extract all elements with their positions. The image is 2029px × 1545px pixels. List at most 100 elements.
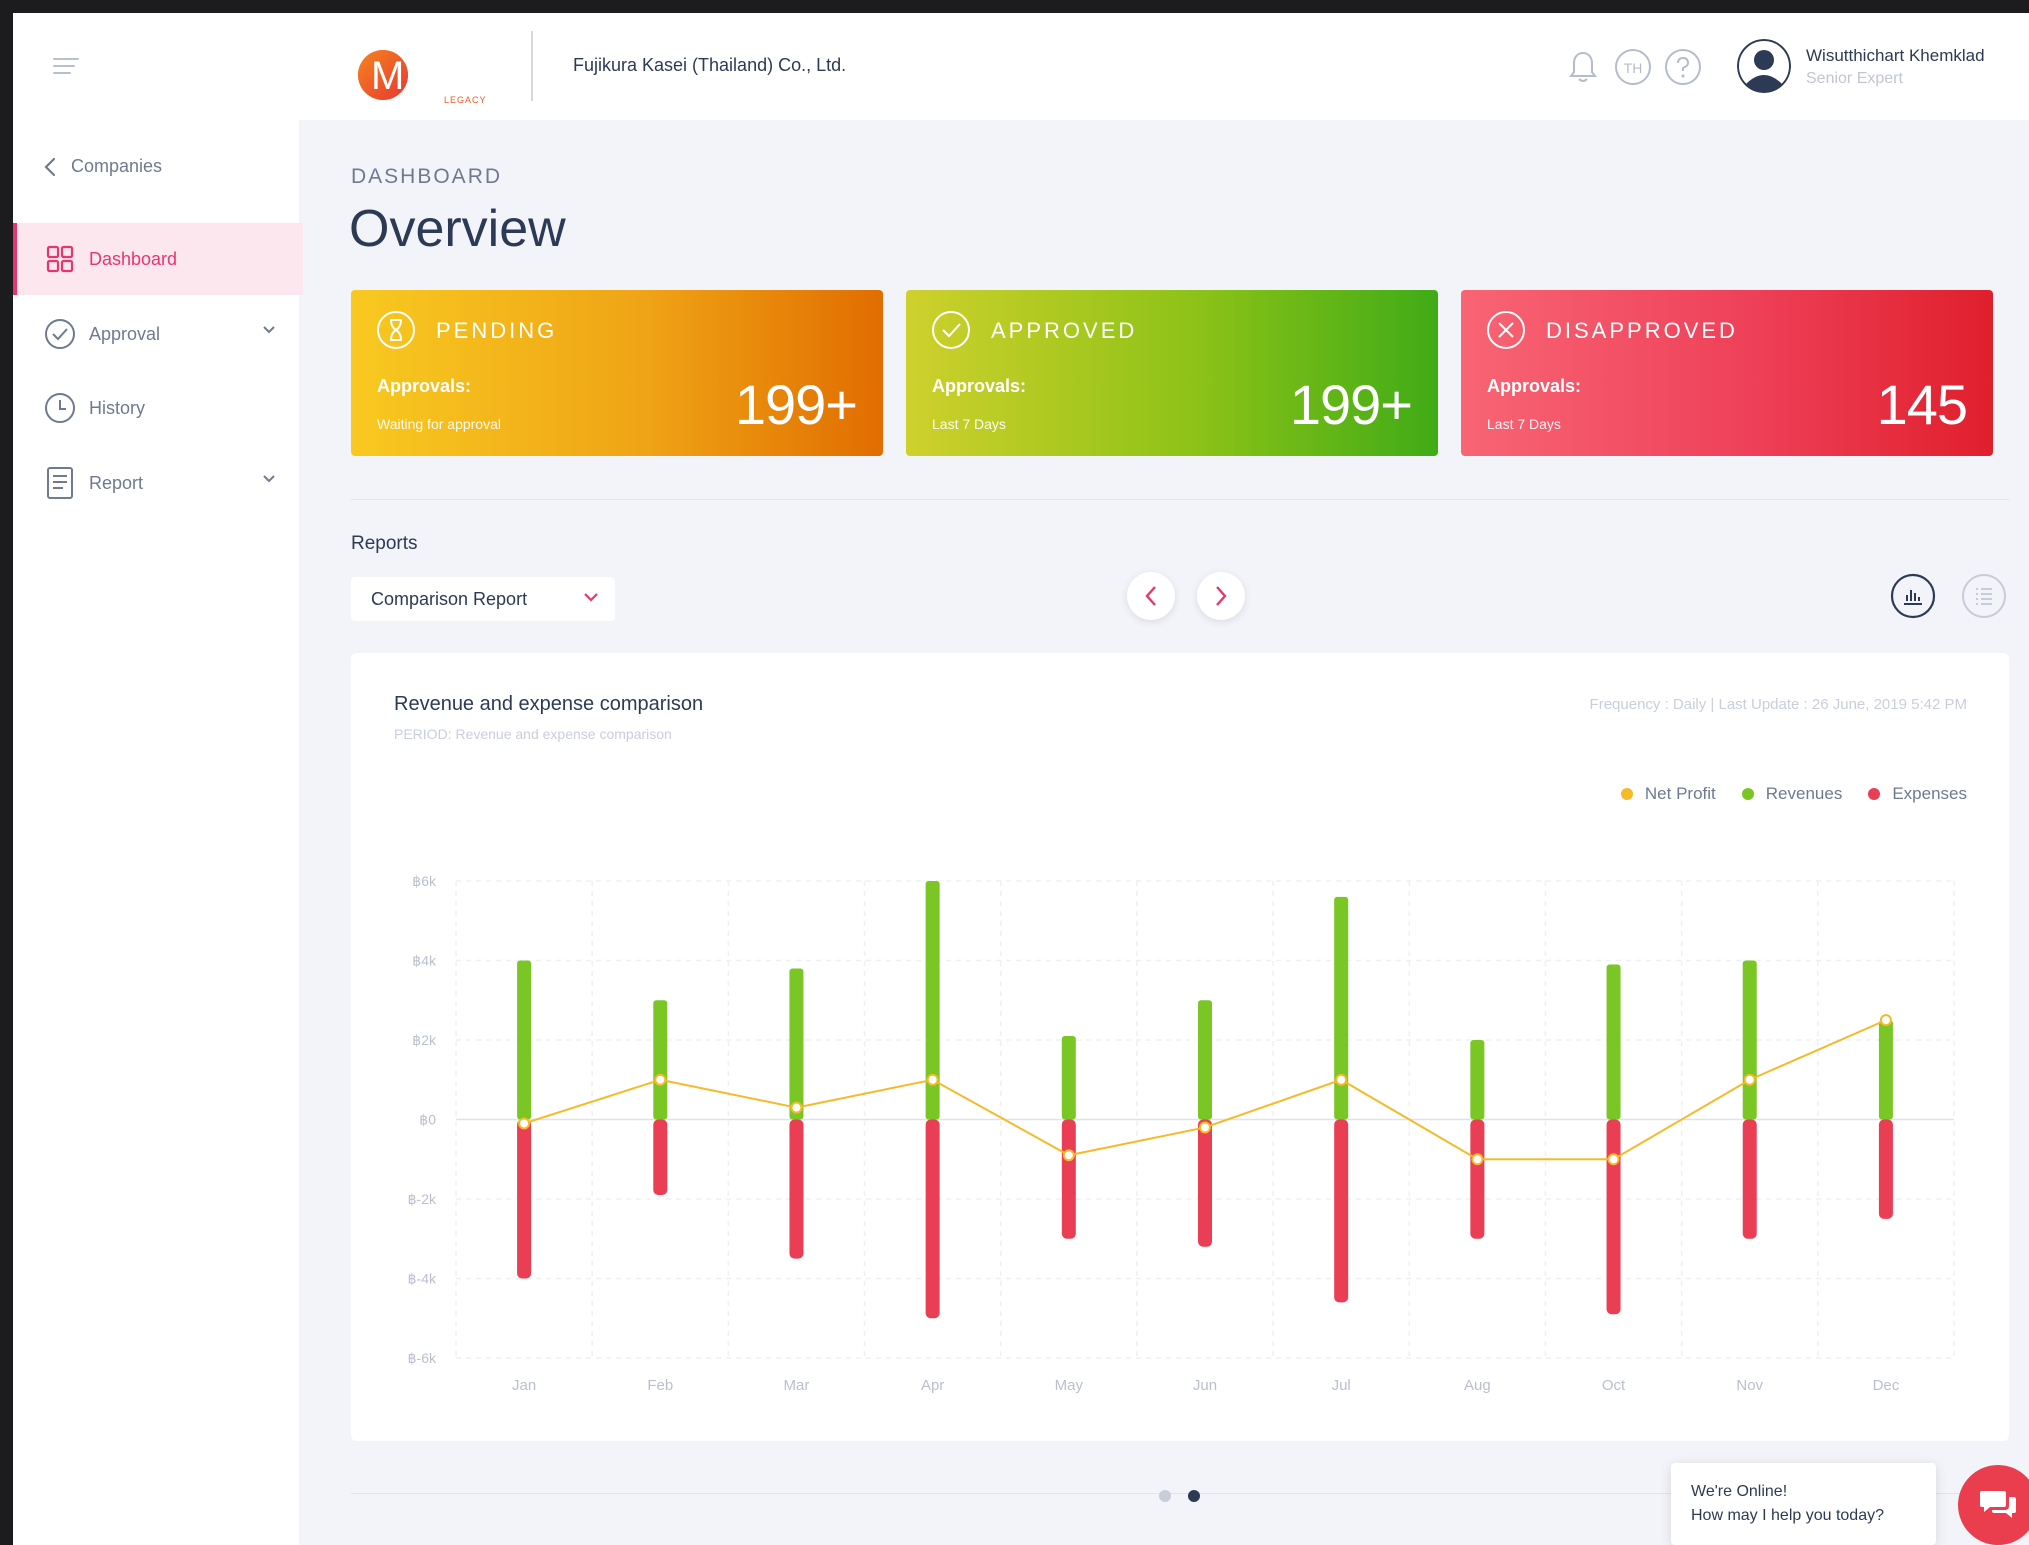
y-tick-label: ฿6k <box>412 873 437 889</box>
x-circle-icon <box>1487 311 1525 349</box>
revenue-bar <box>1742 960 1757 1120</box>
revenue-bar <box>653 1000 668 1120</box>
net-profit-point <box>926 1073 939 1086</box>
y-tick-label: ฿-4k <box>408 1271 437 1287</box>
chevron-right-icon <box>1216 586 1227 606</box>
approved-card[interactable]: APPROVED Approvals: Last 7 Days 199+ <box>906 290 1438 456</box>
sidebar-item-label: History <box>89 397 146 418</box>
revenue-bar <box>789 968 804 1120</box>
revenue-bar <box>1334 896 1349 1120</box>
card-label: Approvals: <box>377 376 472 396</box>
card-title: PENDING <box>436 318 558 343</box>
next-button[interactable] <box>1197 572 1245 620</box>
revenue-bar <box>1606 964 1621 1120</box>
x-tick-label: Oct <box>1602 1377 1626 1394</box>
document-icon <box>43 466 77 500</box>
svg-text:LEGACY: LEGACY <box>444 95 487 105</box>
chat-button[interactable] <box>1958 1465 2029 1545</box>
chevron-down-icon <box>263 475 275 483</box>
expense-bar <box>517 1119 532 1279</box>
menu-toggle-icon[interactable] <box>53 58 79 78</box>
x-tick-label: Aug <box>1464 1377 1491 1394</box>
x-tick-label: Jun <box>1193 1377 1217 1394</box>
previous-button[interactable] <box>1127 572 1175 620</box>
expense-bar <box>1878 1119 1893 1219</box>
sidebar: Companies Dashboard Approval History Rep… <box>13 120 303 1545</box>
x-tick-label: Apr <box>921 1377 944 1394</box>
net-profit-point <box>1879 1014 1892 1027</box>
card-subtext: Waiting for approval <box>377 416 501 432</box>
card-value: 199+ <box>1289 373 1413 436</box>
pending-card[interactable]: PENDING Approvals: Waiting for approval … <box>351 290 883 456</box>
hourglass-icon <box>377 311 415 349</box>
list-view-button[interactable] <box>1961 573 2007 619</box>
card-subtext: Last 7 Days <box>1487 416 1561 432</box>
net-profit-point <box>654 1073 667 1086</box>
expense-bar <box>789 1119 804 1259</box>
check-circle-icon <box>932 311 970 349</box>
pager-dot[interactable] <box>1159 1490 1171 1502</box>
svg-text:TH: TH <box>1624 60 1643 76</box>
x-tick-label: Nov <box>1736 1377 1763 1394</box>
revenue-bar <box>1061 1036 1076 1120</box>
sidebar-item-label: Approval <box>89 323 161 344</box>
net-profit-point <box>1062 1149 1075 1162</box>
chevron-left-icon <box>44 157 56 176</box>
brand-divider <box>531 31 533 101</box>
chat-bubble[interactable]: We're Online! How may I help you today? <box>1671 1463 1936 1545</box>
chart-view-button[interactable] <box>1890 573 1936 619</box>
avatar[interactable] <box>1737 39 1791 93</box>
section-divider <box>351 499 2009 500</box>
expense-bar <box>653 1119 668 1196</box>
card-title: DISAPPROVED <box>1546 318 1738 343</box>
x-tick-label: May <box>1055 1377 1084 1394</box>
card-subtext: Last 7 Days <box>932 416 1006 432</box>
x-tick-label: Jan <box>512 1377 536 1394</box>
report-type-select[interactable]: Comparison Report <box>351 577 615 621</box>
disapproved-card[interactable]: DISAPPROVED Approvals: Last 7 Days 145 <box>1461 290 1993 456</box>
x-tick-label: Mar <box>784 1377 810 1394</box>
sidebar-item-history[interactable]: History <box>13 372 299 444</box>
x-tick-label: Dec <box>1873 1377 1900 1394</box>
net-profit-point <box>1335 1073 1348 1086</box>
help-icon[interactable] <box>1663 47 1703 87</box>
revenue-bar <box>1878 1020 1893 1120</box>
language-toggle[interactable]: TH <box>1613 47 1653 87</box>
list-icon <box>1962 574 2006 618</box>
chat-line-2: How may I help you today? <box>1691 1507 1884 1524</box>
chart-card: Revenue and expense comparison PERIOD: R… <box>351 653 2009 1441</box>
company-name: Fujikura Kasei (Thailand) Co., Ltd. <box>573 55 847 75</box>
chevron-down-icon <box>584 593 598 602</box>
chat-icon <box>1980 1491 2016 1518</box>
card-label: Approvals: <box>932 376 1027 396</box>
expense-bar <box>1334 1119 1349 1303</box>
user-name[interactable]: Wisutthichart Khemklad <box>1806 46 1985 66</box>
net-profit-point <box>1743 1073 1756 1086</box>
user-role: Senior Expert <box>1806 70 1903 87</box>
comparison-chart: ฿6k ฿4k ฿2k ฿0 ฿-2k ฿-4k ฿-6k Jan Feb Mar Apr May Ju… <box>408 873 1955 1394</box>
sidebar-item-report[interactable]: Report <box>13 447 299 519</box>
back-to-companies-link[interactable]: Companies <box>43 156 162 177</box>
bell-icon[interactable] <box>1563 47 1603 87</box>
clock-icon <box>43 391 77 425</box>
app-frame: MAC-5 LEGACY Fujikura Kasei (Thailand) C… <box>13 13 2029 1545</box>
net-profit-point <box>1471 1153 1484 1166</box>
breadcrumb: DASHBOARD <box>351 165 503 188</box>
sidebar-item-label: Report <box>89 472 144 493</box>
grid-icon <box>43 242 77 276</box>
sidebar-item-approval[interactable]: Approval <box>13 298 299 370</box>
selected-report: Comparison Report <box>371 588 528 609</box>
expense-bar <box>1606 1119 1621 1315</box>
card-title: APPROVED <box>991 318 1138 343</box>
net-profit-point <box>1607 1153 1620 1166</box>
y-tick-label: ฿4k <box>412 953 437 969</box>
sidebar-item-dashboard[interactable]: Dashboard <box>13 223 303 295</box>
expense-bar <box>1742 1119 1757 1239</box>
svg-text:MAC-5: MAC-5 <box>371 54 495 98</box>
net-profit-point <box>790 1101 803 1114</box>
pager-dot-active[interactable] <box>1188 1490 1200 1502</box>
y-tick-label: ฿-2k <box>408 1191 437 1207</box>
x-tick-label: Jul <box>1332 1377 1351 1394</box>
mac5-logo[interactable]: MAC-5 LEGACY <box>355 39 505 109</box>
bar-chart-icon <box>1890 573 1936 619</box>
